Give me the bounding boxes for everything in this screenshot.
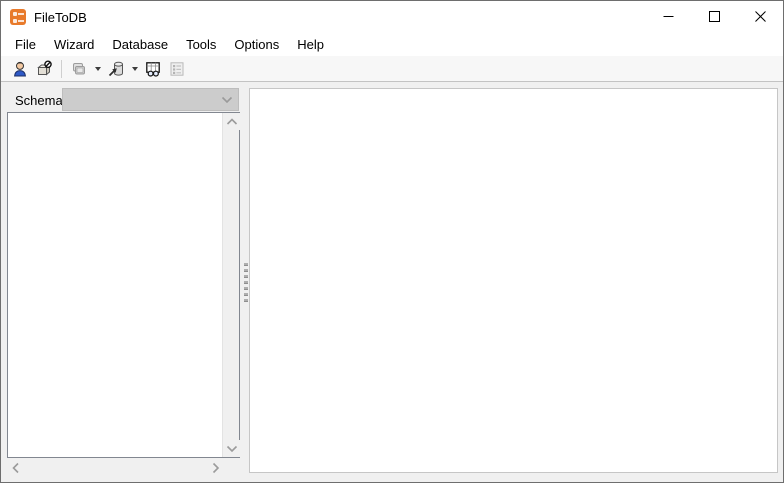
splitter-grip-icon <box>243 298 248 302</box>
import-dropdown-button[interactable] <box>128 58 141 80</box>
splitter-grip-icon <box>243 280 248 284</box>
splitter-grip-icon <box>243 286 248 290</box>
toolbar <box>1 56 783 82</box>
chevron-down-icon <box>131 66 138 71</box>
chevron-down-icon <box>94 66 101 71</box>
maximize-button[interactable] <box>691 1 737 32</box>
scroll-down-button[interactable] <box>223 440 240 457</box>
schema-label: Schema <box>15 93 63 108</box>
cascade-windows-button[interactable] <box>67 58 91 80</box>
splitter-grip-icon <box>243 268 248 272</box>
cascade-windows-icon <box>73 62 85 74</box>
splitter-grip-icon <box>243 292 248 296</box>
scroll-right-button[interactable] <box>207 459 224 476</box>
window-title: FileToDB <box>34 9 87 25</box>
browse-data-button[interactable] <box>141 58 165 80</box>
content-region: Schema <box>2 83 782 481</box>
connect-user-icon <box>14 61 26 76</box>
menu-wizard[interactable]: Wizard <box>45 34 103 55</box>
app-logo-icon <box>10 9 26 25</box>
details-list-icon <box>170 61 184 76</box>
import-to-database-button[interactable] <box>104 58 128 80</box>
menu-tools[interactable]: Tools <box>177 34 225 55</box>
disconnect-icon <box>37 60 52 76</box>
main-panel <box>249 88 778 473</box>
connect-button[interactable] <box>8 58 32 80</box>
menu-file[interactable]: File <box>6 34 45 55</box>
menu-options[interactable]: Options <box>225 34 288 55</box>
vertical-scrollbar[interactable] <box>222 113 240 457</box>
import-to-database-icon <box>108 61 123 76</box>
chevron-down-icon <box>221 96 233 103</box>
horizontal-scrollbar[interactable] <box>7 459 224 476</box>
menu-help[interactable]: Help <box>288 34 333 55</box>
splitter-grip-icon <box>243 274 248 278</box>
minimize-button[interactable] <box>645 1 691 32</box>
splitter-grip-icon <box>243 262 248 266</box>
close-button[interactable] <box>737 1 783 32</box>
cascade-windows-dropdown-button[interactable] <box>91 58 104 80</box>
schema-combobox[interactable] <box>62 88 239 111</box>
scroll-left-button[interactable] <box>7 459 24 476</box>
chevron-right-icon <box>212 462 219 473</box>
scroll-up-button[interactable] <box>223 113 240 130</box>
browse-data-icon <box>146 61 160 77</box>
minimize-icon <box>663 16 673 17</box>
window-controls <box>645 1 783 32</box>
close-icon <box>754 11 766 22</box>
maximize-icon <box>708 11 720 22</box>
chevron-down-icon <box>226 445 237 452</box>
toolbar-separator <box>61 59 62 78</box>
title-bar: FileToDB <box>1 1 783 33</box>
menu-database[interactable]: Database <box>103 34 177 55</box>
disconnect-button[interactable] <box>32 58 56 80</box>
schema-object-list[interactable] <box>7 112 240 458</box>
menu-bar: File Wizard Database Tools Options Help <box>1 33 783 56</box>
chevron-up-icon <box>226 117 237 125</box>
app-window: FileToDB File Wizard Database Tools Opti… <box>0 0 784 483</box>
details-list-button[interactable] <box>165 58 189 80</box>
chevron-left-icon <box>11 462 19 473</box>
